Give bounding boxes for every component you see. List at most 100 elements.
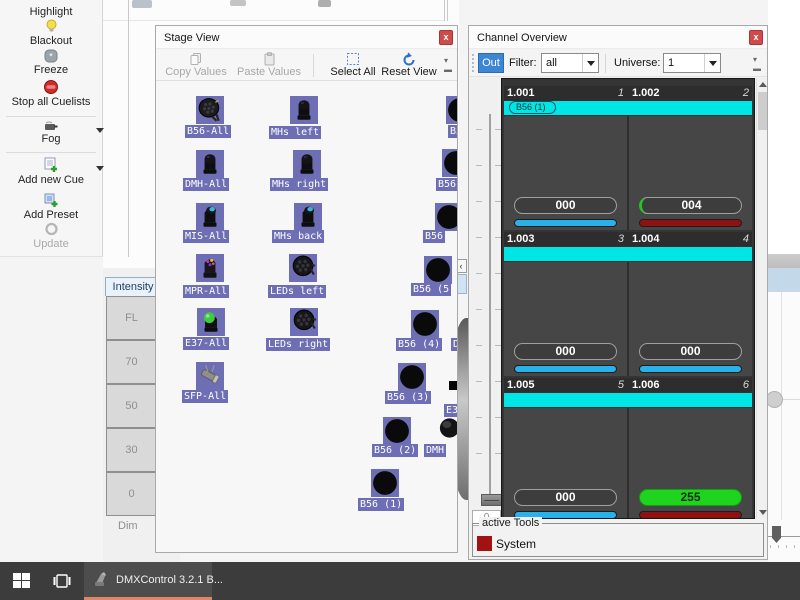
fixture-icon-mis-all[interactable] bbox=[196, 203, 224, 231]
channel-cell-1.002[interactable]: 004 bbox=[629, 116, 752, 230]
fixture-icon-dmh-all[interactable] bbox=[196, 150, 224, 178]
channel-overview-titlebar[interactable]: Channel Overview x bbox=[469, 26, 767, 49]
scrollbar-thumb[interactable] bbox=[758, 92, 768, 130]
channel-value-pill[interactable]: 000 bbox=[514, 343, 617, 360]
fixture-icon-leds-right[interactable] bbox=[290, 308, 318, 336]
dropdown-arrow-icon[interactable] bbox=[96, 166, 104, 171]
channel-value-pill[interactable]: 004 bbox=[639, 197, 742, 214]
fixture-icon-mhs-right[interactable] bbox=[293, 150, 321, 178]
fixture-label[interactable]: MIS-All bbox=[183, 230, 229, 243]
channel-cell-1.006[interactable]: 255 bbox=[629, 408, 752, 519]
channel-cell-1.003[interactable]: 000 bbox=[504, 262, 627, 376]
channel-number: 2 bbox=[743, 87, 749, 99]
close-icon[interactable]: x bbox=[439, 30, 453, 45]
fixture-label[interactable]: LEDs left bbox=[268, 285, 326, 298]
fader-handle[interactable] bbox=[481, 494, 502, 506]
fixture-icon-b5[interactable] bbox=[446, 96, 458, 124]
knob[interactable] bbox=[766, 391, 783, 408]
fixture-label[interactable]: MHs back bbox=[272, 230, 324, 243]
fixture-label[interactable]: B56 (1) bbox=[358, 498, 404, 511]
fixture-icon-mhs-left[interactable] bbox=[290, 96, 318, 124]
fixture-label[interactable]: D bbox=[451, 338, 458, 351]
toolbar-overflow-icon[interactable]: ▾▬ bbox=[753, 55, 761, 73]
toolbar-overflow-icon[interactable]: ▾▬ bbox=[444, 56, 452, 74]
intensity-preset-button-fl[interactable]: FL bbox=[106, 296, 157, 340]
scroll-down-icon[interactable] bbox=[757, 506, 768, 519]
fixture-label[interactable]: MHs right bbox=[270, 178, 328, 191]
fixture-label[interactable]: SFP-All bbox=[182, 390, 228, 403]
chevron-down-icon[interactable] bbox=[582, 54, 598, 72]
fader-tick bbox=[476, 417, 482, 418]
taskbar-app-label: DMXControl 3.2.1 B... bbox=[116, 574, 223, 586]
fixture-label[interactable]: DMH bbox=[424, 444, 446, 457]
reset-view-button[interactable]: Reset View bbox=[374, 52, 444, 79]
channel-header: 1.0044 bbox=[629, 232, 752, 246]
channel-grid-scrollbar[interactable] bbox=[756, 78, 768, 519]
fixture-label[interactable]: B56 (2) bbox=[372, 444, 418, 457]
channel-id: 1.001 bbox=[507, 87, 535, 99]
channel-header: 1.0066 bbox=[629, 378, 752, 392]
fixture-label[interactable]: B56 (4) bbox=[396, 338, 442, 351]
dropdown-arrow-icon[interactable] bbox=[96, 128, 104, 133]
fixture-label[interactable]: B56 bbox=[436, 178, 458, 191]
out-toggle-button[interactable]: Out bbox=[478, 53, 504, 73]
fixture-label[interactable]: B56-All bbox=[185, 125, 231, 138]
fixture-icon-b56-3-[interactable] bbox=[398, 363, 426, 391]
fixture-label[interactable]: LEDs right bbox=[266, 338, 330, 351]
fixture-label[interactable]: B56 (3) bbox=[385, 391, 431, 404]
fixture-icon-leds-left[interactable] bbox=[289, 254, 317, 282]
close-icon[interactable]: x bbox=[749, 30, 763, 45]
channel-value-pill[interactable]: 000 bbox=[514, 489, 617, 506]
fixture-label[interactable]: B5 bbox=[448, 125, 458, 138]
fixture-icon-mpr-all[interactable] bbox=[196, 254, 224, 282]
stage-view-titlebar[interactable]: Stage View x bbox=[156, 26, 457, 49]
fader-track[interactable] bbox=[489, 114, 491, 506]
fixture-label[interactable]: DMH-All bbox=[183, 178, 229, 191]
cuelist-sidebar: HighlightBlackout*FreezeStop all Cuelist… bbox=[0, 0, 103, 257]
fixture-icon-b56-2-[interactable] bbox=[383, 417, 411, 445]
filter-dropdown[interactable]: all bbox=[541, 53, 599, 73]
intensity-preset-button-50[interactable]: 50 bbox=[106, 384, 157, 428]
channel-cell-1.001[interactable]: 000 bbox=[504, 116, 627, 230]
fixture-icon-mhs-back[interactable] bbox=[294, 203, 322, 231]
channel-value-pill[interactable]: 000 bbox=[639, 343, 742, 360]
tab-intensity[interactable]: Intensity bbox=[105, 277, 161, 296]
intensity-preset-button-0[interactable]: 0 bbox=[106, 472, 157, 516]
channel-cell-1.004[interactable]: 000 bbox=[629, 262, 752, 376]
fixture-icon-b56[interactable] bbox=[442, 149, 458, 177]
fixture-label[interactable]: MPR-All bbox=[183, 285, 229, 298]
universe-dropdown[interactable]: 1 bbox=[663, 53, 721, 73]
sidebar-separator bbox=[6, 116, 96, 117]
fixture-label[interactable]: MHs left bbox=[269, 126, 321, 139]
fixture-icon-b56-4-[interactable] bbox=[411, 310, 439, 338]
scroll-up-icon[interactable] bbox=[757, 78, 768, 91]
channel-value-pill[interactable]: 255 bbox=[639, 489, 742, 506]
fixture-icon-e37-all[interactable] bbox=[197, 308, 225, 336]
fixture-icon-b56-1-[interactable] bbox=[371, 469, 399, 497]
fixture-label[interactable]: E37-All bbox=[183, 337, 229, 350]
fixture-icon-b56-5[interactable] bbox=[424, 256, 452, 284]
channel-header: 1.0033 bbox=[504, 232, 627, 246]
fixture-icon-sfp-all[interactable] bbox=[196, 362, 224, 390]
start-button[interactable] bbox=[10, 570, 34, 592]
chevron-down-icon[interactable] bbox=[704, 54, 720, 72]
toolbar-button-label: Copy Values bbox=[161, 66, 231, 78]
intensity-preset-button-70[interactable]: 70 bbox=[106, 340, 157, 384]
fixture-label[interactable]: B56 (5 bbox=[411, 283, 451, 296]
background-panel bbox=[768, 292, 800, 562]
channel-value-pill[interactable]: 000 bbox=[514, 197, 617, 214]
fixture-icon-b56-all[interactable] bbox=[196, 96, 224, 124]
grandmaster-track bbox=[766, 536, 800, 537]
paste-values-button[interactable]: Paste Values bbox=[234, 52, 304, 79]
channel-grid: B56 (1)1.00110001.00220041.00330001.0044… bbox=[501, 78, 755, 519]
desktop: HighlightBlackout*FreezeStop all Cuelist… bbox=[0, 0, 800, 600]
fixture-label[interactable]: B56 bbox=[423, 230, 445, 243]
taskbar-app-dmxcontrol[interactable]: DMXControl 3.2.1 B... bbox=[84, 562, 212, 600]
fixture-icon-e3[interactable] bbox=[448, 363, 458, 408]
channel-cell-1.005[interactable]: 000 bbox=[504, 408, 627, 519]
copy-values-button[interactable]: Copy Values bbox=[161, 52, 231, 79]
intensity-preset-button-30[interactable]: 30 bbox=[106, 428, 157, 472]
fixture-icon-b56[interactable] bbox=[435, 203, 458, 231]
fixture-icon-dmh[interactable] bbox=[438, 415, 458, 441]
task-view-button[interactable] bbox=[52, 571, 72, 591]
